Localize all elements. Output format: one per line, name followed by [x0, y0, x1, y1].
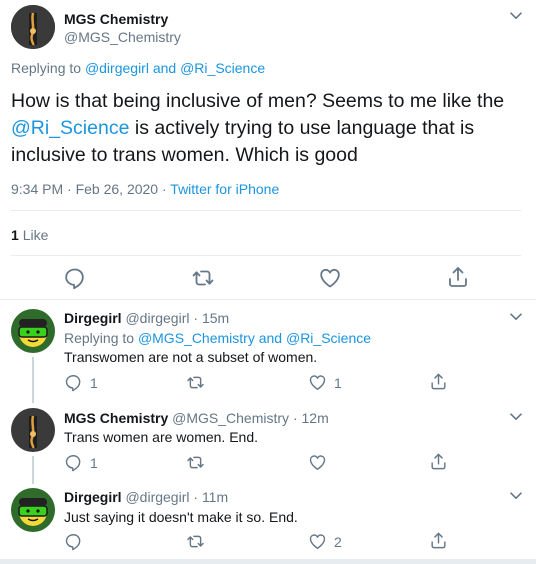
author-handle[interactable]: @dirgegirl — [125, 489, 189, 505]
mention-link[interactable]: @dirgegirl — [85, 60, 149, 76]
share-icon[interactable] — [429, 372, 448, 391]
mention-link[interactable]: @MGS_Chemistry — [138, 330, 255, 346]
author-handle[interactable]: @MGS_Chemistry — [172, 410, 289, 426]
tweet-timestamp[interactable]: 11m — [202, 489, 228, 505]
author-name[interactable]: MGS Chemistry — [64, 11, 168, 27]
tweet-source-link[interactable]: Twitter for iPhone — [170, 181, 279, 197]
reply-count: 1 — [90, 375, 98, 391]
retweet-icon[interactable] — [186, 453, 205, 472]
author-name[interactable]: MGS Chemistry — [64, 410, 168, 426]
author-name[interactable]: Dirgegirl — [64, 489, 122, 505]
tweet-text: How is that being inclusive of men? Seem… — [11, 88, 521, 169]
mention-link[interactable]: @Ri_Science — [180, 60, 265, 76]
tweet-text-part: How is that being inclusive of men? Seem… — [11, 90, 505, 112]
reply-header: Dirgegirl @dirgegirl · 15m — [64, 310, 229, 326]
avatar-image — [11, 5, 55, 49]
divider — [11, 255, 521, 256]
chevron-down-icon[interactable] — [510, 12, 522, 20]
replying-and: and — [258, 330, 283, 346]
reply-icon[interactable] — [63, 266, 87, 290]
divider — [0, 299, 536, 300]
tweet-text: Transwomen are not a subset of women. — [64, 349, 318, 365]
share-icon[interactable] — [429, 531, 448, 550]
tweet-text: Trans women are women. End. — [64, 429, 259, 445]
like-count: 1 — [334, 375, 342, 391]
replying-to-label: Replying to — [11, 60, 82, 76]
retweet-icon[interactable] — [191, 266, 215, 290]
reply-icon[interactable] — [64, 532, 83, 551]
avatar[interactable] — [11, 408, 55, 452]
reply-count: 1 — [90, 455, 98, 471]
reply-icon[interactable] — [64, 373, 83, 392]
divider — [11, 210, 521, 211]
chevron-down-icon[interactable] — [510, 492, 522, 500]
author-handle[interactable]: @MGS_Chemistry — [64, 29, 181, 45]
replying-to: Replying to @MGS_Chemistry and @Ri_Scien… — [64, 330, 371, 346]
share-icon[interactable] — [446, 265, 470, 289]
avatar[interactable] — [11, 5, 55, 49]
avatar[interactable] — [11, 488, 55, 532]
like-icon[interactable] — [308, 532, 327, 551]
reply-header: MGS Chemistry @MGS_Chemistry · 12m — [64, 410, 329, 426]
thread-line — [32, 357, 34, 403]
header-separator: · — [292, 410, 298, 426]
author-handle[interactable]: @dirgegirl — [125, 310, 189, 326]
mention-link[interactable]: @Ri_Science — [286, 330, 371, 346]
likes-count: 1 — [11, 227, 19, 243]
tweet-text: Just saying it doesn't make it so. End. — [64, 509, 298, 525]
header-separator: · — [193, 489, 199, 505]
bottom-edge — [0, 559, 536, 564]
chevron-down-icon[interactable] — [510, 413, 522, 421]
tweet-meta: 9:34 PM · Feb 26, 2020 · Twitter for iPh… — [11, 181, 279, 197]
chevron-down-icon[interactable] — [510, 313, 522, 321]
tweet-timestamp[interactable]: 15m — [202, 310, 229, 326]
retweet-icon[interactable] — [186, 373, 205, 392]
replying-to: Replying to @dirgegirl and @Ri_Science — [11, 60, 265, 76]
mention-link[interactable]: @Ri_Science — [11, 117, 129, 139]
avatar-image — [11, 488, 55, 532]
share-icon[interactable] — [429, 452, 448, 471]
tweet-timestamp[interactable]: 9:34 PM · Feb 26, 2020 — [11, 181, 158, 197]
replying-and: and — [152, 60, 177, 76]
likes-stat[interactable]: 1 Like — [11, 227, 48, 243]
replying-to-label: Replying to — [64, 330, 135, 346]
avatar-image — [11, 408, 55, 452]
reply-icon[interactable] — [64, 453, 83, 472]
like-icon[interactable] — [308, 453, 327, 472]
author-name[interactable]: Dirgegirl — [64, 310, 122, 326]
tweet-timestamp[interactable]: 12m — [302, 410, 329, 426]
header-separator: · — [193, 310, 199, 326]
avatar[interactable] — [11, 309, 55, 353]
meta-separator: · — [161, 181, 167, 197]
like-icon[interactable] — [308, 373, 327, 392]
reply-header: Dirgegirl @dirgegirl · 11m — [64, 489, 228, 505]
likes-label: Like — [22, 227, 49, 243]
thread-line — [32, 456, 34, 484]
avatar-image — [11, 309, 55, 353]
like-icon[interactable] — [318, 266, 342, 290]
like-count: 2 — [334, 534, 342, 550]
retweet-icon[interactable] — [186, 532, 205, 551]
